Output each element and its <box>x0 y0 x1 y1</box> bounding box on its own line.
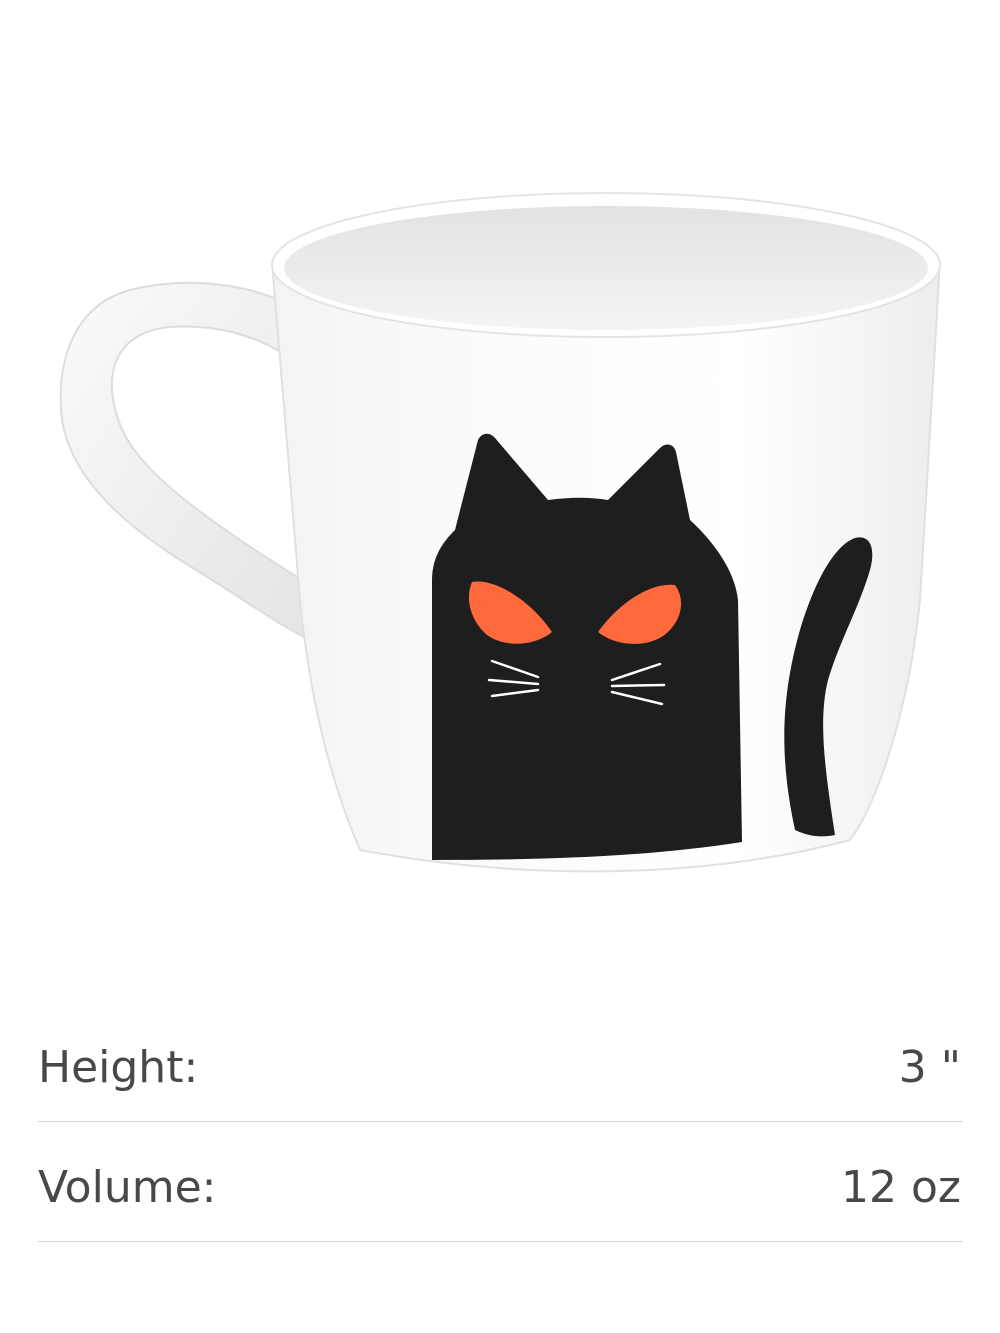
dimension-row-height: Height: 3 " <box>38 1002 963 1122</box>
dimension-row-volume: Volume: 12 oz <box>38 1122 963 1242</box>
height-value: 3 " <box>898 1042 961 1093</box>
mug-handle <box>59 281 311 642</box>
dimensions-list: Height: 3 " Volume: 12 oz <box>38 1002 963 1242</box>
volume-label: Volume: <box>38 1162 217 1213</box>
product-image[interactable] <box>0 0 1000 1000</box>
volume-value: 12 oz <box>841 1162 961 1213</box>
mug-interior <box>284 206 928 330</box>
mug-illustration <box>59 192 942 873</box>
height-label: Height: <box>38 1042 199 1093</box>
